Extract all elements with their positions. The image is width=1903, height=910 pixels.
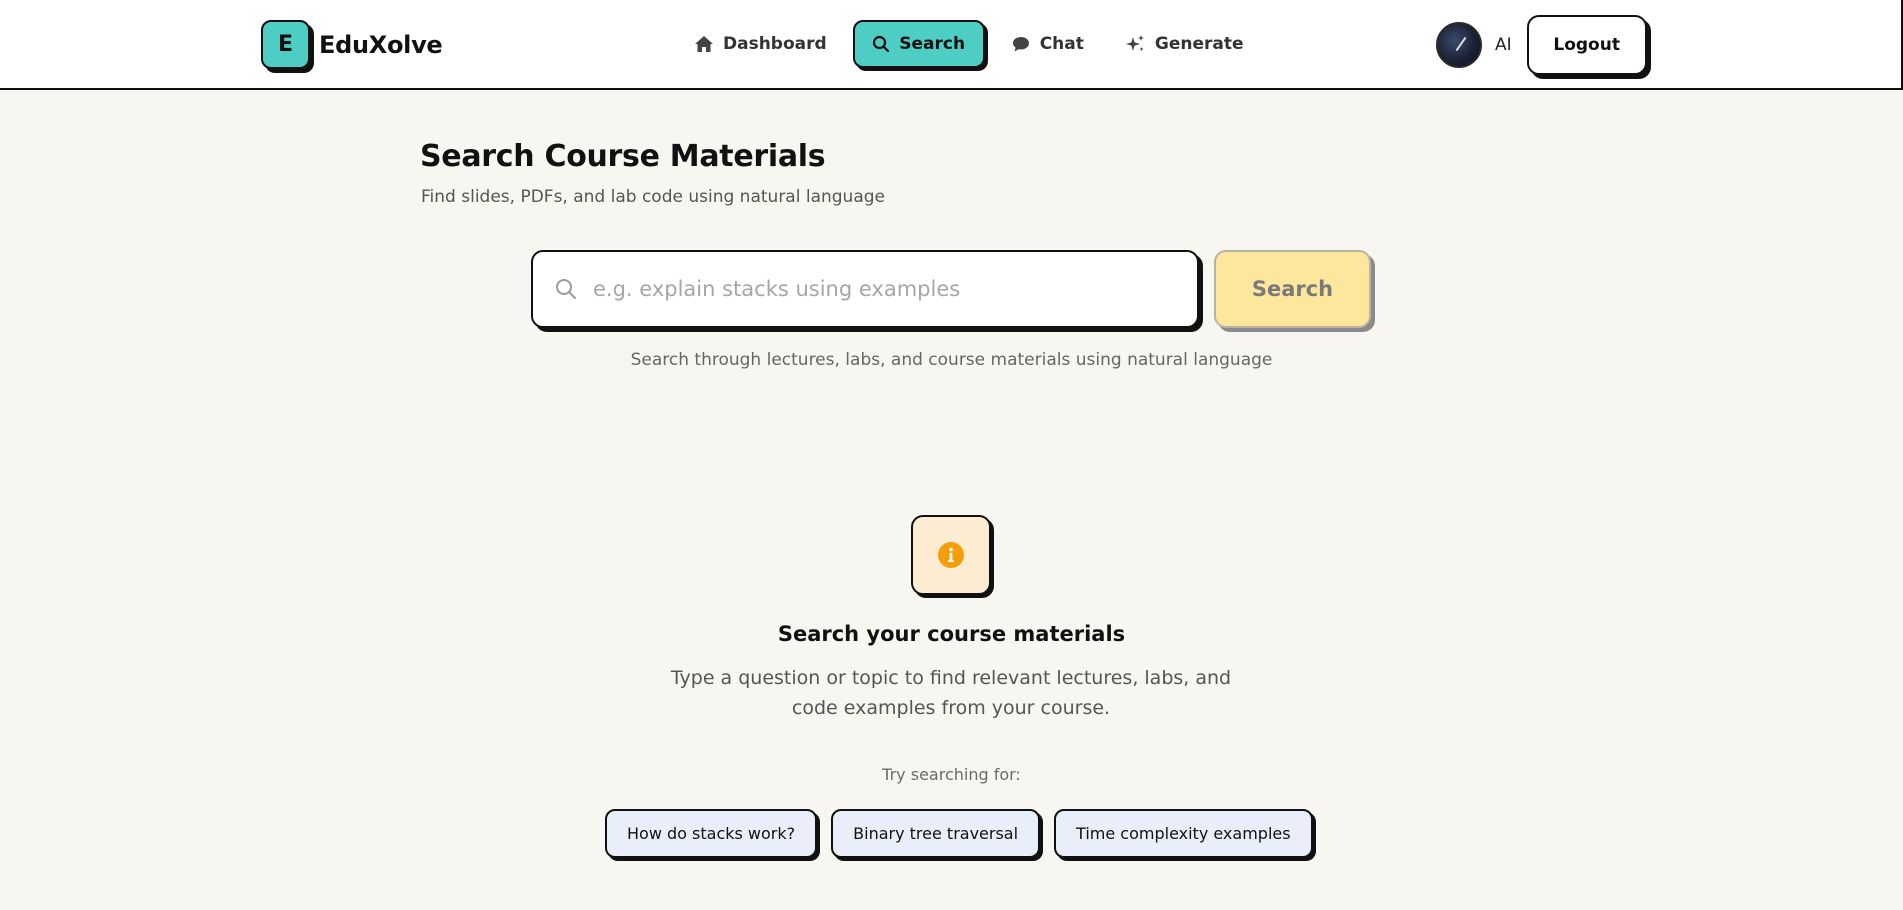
suggestion-chip[interactable]: How do stacks work? — [605, 809, 818, 858]
nav-item-generate[interactable]: Generate — [1110, 20, 1258, 68]
nav-label-chat: Chat — [1039, 34, 1084, 54]
search-box — [531, 250, 1199, 328]
suggestion-chip[interactable]: Time complexity examples — [1054, 809, 1313, 858]
search-button[interactable]: Search — [1214, 250, 1371, 328]
nav-label-search: Search — [899, 34, 966, 54]
search-hint: Search through lectures, labs, and cours… — [630, 350, 1273, 370]
info-badge — [911, 515, 991, 595]
suggestion-chips: How do stacks work? Binary tree traversa… — [605, 809, 1327, 858]
logo-icon: E — [261, 20, 310, 69]
page-title: Search Course Materials — [420, 139, 826, 174]
search-input[interactable] — [593, 277, 1173, 301]
sparkles-icon — [1125, 35, 1144, 51]
brand[interactable]: E EduXolve — [261, 20, 443, 69]
page-subtitle: Find slides, PDFs, and lab code using na… — [421, 187, 885, 207]
user-area: AI Logout — [1436, 15, 1647, 75]
top-navbar: E EduXolve Dashboard Search Chat Generat… — [0, 0, 1903, 90]
avatar[interactable] — [1436, 22, 1482, 68]
nav-item-dashboard[interactable]: Dashboard — [680, 20, 841, 68]
home-icon — [695, 36, 713, 52]
nav-label-generate: Generate — [1154, 34, 1244, 54]
nav-item-search[interactable]: Search — [852, 20, 985, 68]
suggestion-chip[interactable]: Binary tree traversal — [831, 809, 1041, 858]
search-icon — [873, 35, 890, 53]
brand-name: EduXolve — [319, 30, 443, 59]
info-icon — [938, 542, 964, 568]
try-searching-label: Try searching for: — [882, 765, 1021, 784]
chat-icon — [1012, 37, 1029, 52]
main-nav: Dashboard Search Chat Generate — [680, 20, 1270, 68]
nav-item-chat[interactable]: Chat — [997, 20, 1098, 68]
empty-state-description: Type a question or topic to find relevan… — [670, 667, 1232, 719]
search-icon — [556, 279, 576, 299]
empty-state-title: Search your course materials — [777, 622, 1126, 646]
logout-button[interactable]: Logout — [1526, 15, 1647, 75]
nav-label-dashboard: Dashboard — [723, 34, 827, 54]
user-name: AI — [1495, 35, 1512, 55]
